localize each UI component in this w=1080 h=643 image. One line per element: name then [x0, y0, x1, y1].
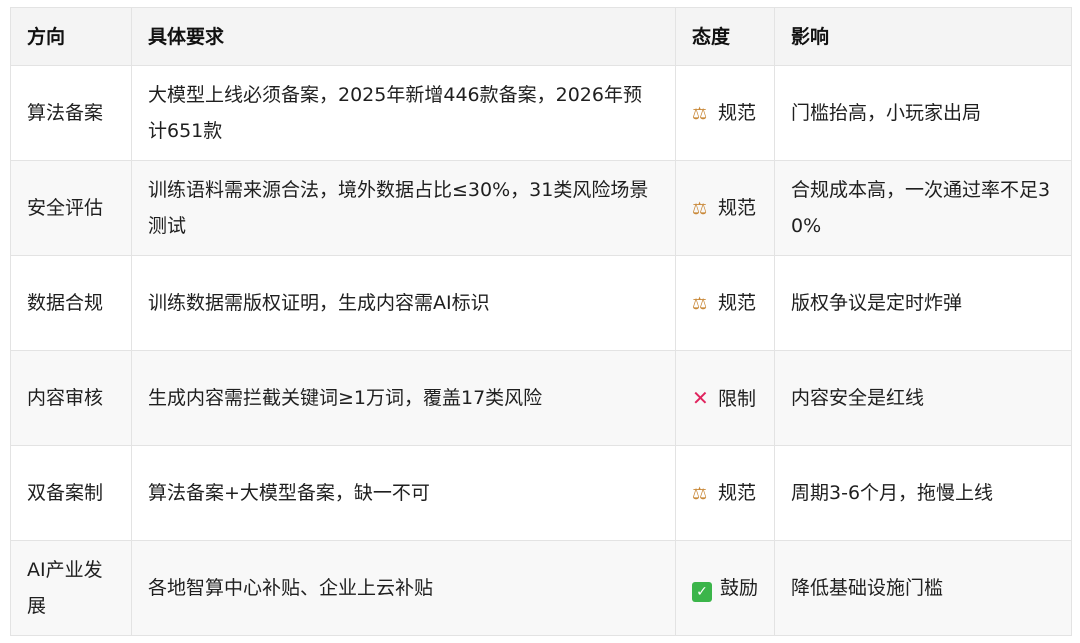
direction-cell: AI产业发展: [10, 540, 132, 636]
attitude-label: 规范: [718, 196, 757, 219]
policy-table: 方向 具体要求 态度 影响 算法备案 大模型上线必须备案，2025年新增446款…: [10, 7, 1072, 636]
attitude-label: 限制: [718, 387, 757, 410]
header-direction: 方向: [10, 7, 132, 66]
table-row: 数据合规 训练数据需版权证明，生成内容需AI标识 ⚖ 规范 版权争议是定时炸弹: [10, 255, 1072, 351]
impact-cell: 门槛抬高，小玩家出局: [774, 65, 1072, 161]
impact-cell: 合规成本高，一次通过率不足30%: [774, 160, 1072, 256]
direction-cell: 安全评估: [10, 160, 132, 256]
cross-mark-icon: ✕: [692, 385, 709, 410]
attitude-cell: ✓ 鼓励: [675, 540, 775, 636]
table-row: AI产业发展 各地智算中心补贴、企业上云补贴 ✓ 鼓励 降低基础设施门槛: [10, 540, 1072, 636]
attitude-cell: ⚖ 规范: [675, 255, 775, 351]
direction-cell: 算法备案: [10, 65, 132, 161]
requirement-cell: 训练数据需版权证明，生成内容需AI标识: [131, 255, 676, 351]
attitude-cell: ⚖ 规范: [675, 65, 775, 161]
direction-cell: 双备案制: [10, 445, 132, 541]
table-row: 内容审核 生成内容需拦截关键词≥1万词，覆盖17类风险 ✕ 限制 内容安全是红线: [10, 350, 1072, 446]
table-header-row: 方向 具体要求 态度 影响: [10, 7, 1072, 66]
impact-cell: 周期3-6个月，拖慢上线: [774, 445, 1072, 541]
attitude-cell: ✕ 限制: [675, 350, 775, 446]
policy-table-container: 方向 具体要求 态度 影响 算法备案 大模型上线必须备案，2025年新增446款…: [10, 7, 1072, 636]
attitude-cell: ⚖ 规范: [675, 160, 775, 256]
balance-scale-icon: ⚖: [692, 103, 708, 124]
requirement-cell: 大模型上线必须备案，2025年新增446款备案，2026年预计651款: [131, 65, 676, 161]
table-row: 安全评估 训练语料需来源合法，境外数据占比≤30%，31类风险场景测试 ⚖ 规范 …: [10, 160, 1072, 256]
impact-cell: 版权争议是定时炸弹: [774, 255, 1072, 351]
attitude-label: 规范: [718, 101, 757, 124]
impact-cell: 降低基础设施门槛: [774, 540, 1072, 636]
requirement-cell: 各地智算中心补贴、企业上云补贴: [131, 540, 676, 636]
header-attitude: 态度: [675, 7, 775, 66]
attitude-label: 鼓励: [720, 577, 759, 599]
direction-cell: 内容审核: [10, 350, 132, 446]
check-mark-icon: ✓: [692, 582, 712, 602]
table-row: 算法备案 大模型上线必须备案，2025年新增446款备案，2026年预计651款…: [10, 65, 1072, 161]
requirement-cell: 生成内容需拦截关键词≥1万词，覆盖17类风险: [131, 350, 676, 446]
header-impact: 影响: [774, 7, 1072, 66]
direction-cell: 数据合规: [10, 255, 132, 351]
requirement-cell: 算法备案+大模型备案，缺一不可: [131, 445, 676, 541]
attitude-cell: ⚖ 规范: [675, 445, 775, 541]
balance-scale-icon: ⚖: [692, 198, 708, 219]
requirement-cell: 训练语料需来源合法，境外数据占比≤30%，31类风险场景测试: [131, 160, 676, 256]
balance-scale-icon: ⚖: [692, 293, 708, 314]
attitude-label: 规范: [718, 481, 757, 504]
balance-scale-icon: ⚖: [692, 483, 708, 504]
attitude-label: 规范: [718, 291, 757, 314]
table-row: 双备案制 算法备案+大模型备案，缺一不可 ⚖ 规范 周期3-6个月，拖慢上线: [10, 445, 1072, 541]
impact-cell: 内容安全是红线: [774, 350, 1072, 446]
header-requirement: 具体要求: [131, 7, 676, 66]
